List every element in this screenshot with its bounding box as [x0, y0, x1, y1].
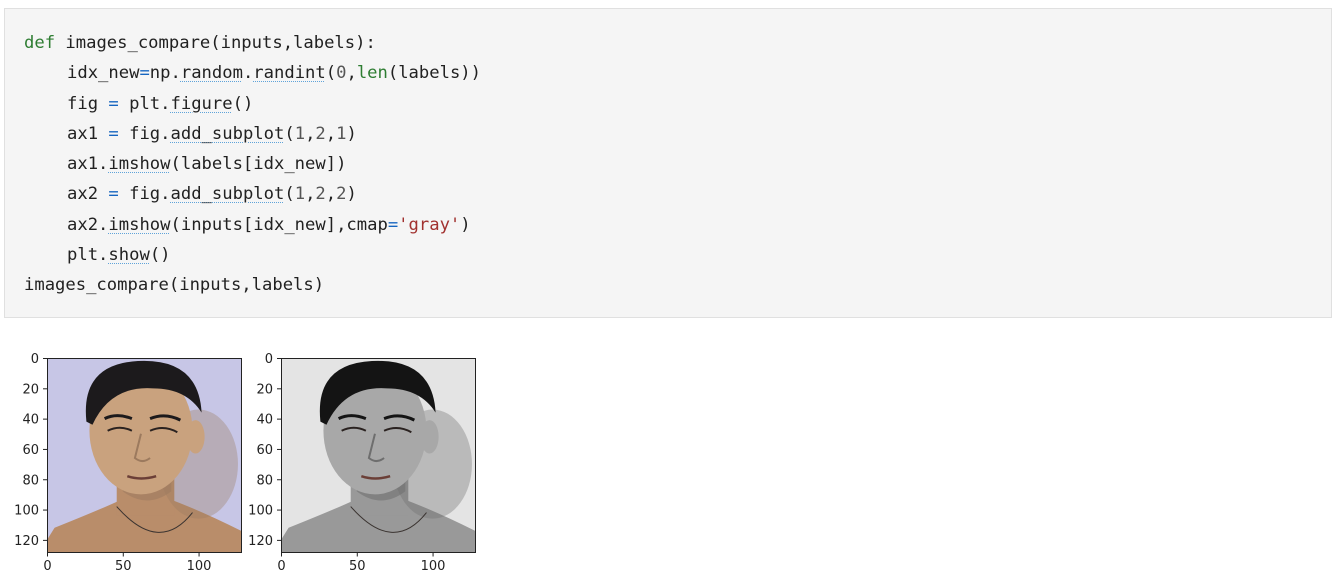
code-token: =	[108, 93, 119, 114]
code-token: idx_new	[67, 63, 140, 84]
y-tick-label: 0	[31, 352, 39, 367]
code-token: 1	[336, 123, 347, 144]
subplot-gray: 0 20 40 60 80 100 120 0 50 100	[248, 352, 476, 574]
y-tick-label: 60	[22, 443, 39, 458]
code-token: add_subplot	[170, 184, 285, 205]
code-token: (	[325, 63, 337, 84]
code-token: (labels[idx_new])	[170, 154, 347, 175]
code-token: imshow	[108, 154, 171, 175]
code-editor[interactable]: def images_compare(inputs,labels): idx_ne…	[24, 28, 481, 301]
code-token: len	[356, 63, 388, 84]
face-image	[47, 358, 241, 552]
y-tick-label: 100	[248, 504, 273, 519]
code-token: ,	[305, 184, 316, 205]
code-token: ()	[149, 245, 171, 266]
code-line: idx_new=np.random.randint(0,len(labels))	[24, 58, 481, 88]
code-token: ,	[325, 123, 337, 144]
code-token: images_compare(inputs,labels)	[24, 275, 325, 296]
code-token: fig	[67, 93, 109, 114]
code-token: 2	[315, 123, 326, 144]
x-tick-label: 100	[421, 559, 446, 574]
code-line: ax1 = fig.add_subplot(1,2,1)	[24, 119, 481, 149]
code-line: ax2 = fig.add_subplot(1,2,2)	[24, 179, 481, 209]
code-line: ax1.imshow(labels[idx_new])	[24, 149, 481, 179]
code-token: =	[108, 123, 119, 144]
code-token: ,	[346, 63, 357, 84]
x-tick-label: 100	[187, 559, 212, 574]
code-token: add_subplot	[170, 123, 285, 144]
code-token: =	[108, 184, 119, 205]
x-tick-label: 0	[277, 559, 285, 574]
code-token: fig.	[118, 184, 171, 205]
code-token: =	[387, 214, 399, 235]
code-token: plt.	[118, 93, 171, 114]
code-line: plt.show()	[24, 240, 481, 270]
code-token: images_compare(inputs,labels):	[55, 33, 376, 53]
code-token: 0	[336, 63, 347, 84]
code-token: =	[139, 63, 150, 84]
code-token: (	[284, 123, 295, 144]
output-figure: 0 20 40 60 80 100 120 0 50 100 0 20 40 60 80 100 120 0 50 1…	[14, 352, 476, 574]
code-line: fig = plt.figure()	[24, 89, 481, 119]
code-token: 1	[294, 184, 306, 205]
code-token: plt.	[67, 245, 109, 266]
output-area: 0 20 40 60 80 100 120 0 50 100 0 20 40 60 80 100 120 0 50 1…	[0, 330, 520, 586]
code-token: ()	[232, 93, 254, 114]
code-token: (	[284, 184, 295, 205]
code-token: imshow	[108, 214, 171, 235]
y-tick-label: 120	[248, 534, 273, 549]
code-line: def images_compare(inputs,labels):	[24, 28, 481, 58]
ear	[420, 420, 439, 454]
code-token: 1	[294, 123, 306, 144]
code-token: 2	[315, 184, 326, 205]
code-token: def	[24, 33, 56, 53]
y-tick-label: 0	[265, 352, 273, 367]
y-tick-label: 80	[22, 473, 39, 488]
code-token: ,	[305, 123, 316, 144]
x-tick-label: 50	[115, 559, 132, 574]
code-token: show	[108, 245, 150, 266]
code-token: )	[346, 184, 357, 205]
code-token: random	[180, 63, 243, 84]
code-token: 'gray'	[398, 214, 461, 235]
code-token: ax2	[67, 184, 109, 205]
code-cell[interactable]: def images_compare(inputs,labels): idx_ne…	[4, 8, 1332, 318]
code-token: fig.	[118, 123, 171, 144]
code-token: np.	[149, 63, 181, 84]
code-token: ax1.	[67, 154, 109, 175]
code-line: images_compare(inputs,labels)	[24, 270, 481, 300]
y-tick-label: 100	[14, 504, 39, 519]
subplot-color: 0 20 40 60 80 100 120 0 50 100	[14, 352, 242, 574]
code-token: .	[242, 63, 254, 84]
y-tick-label: 40	[256, 413, 273, 428]
code-token: ,	[325, 184, 337, 205]
y-tick-label: 40	[22, 413, 39, 428]
code-token: )	[460, 214, 471, 235]
y-tick-label: 60	[256, 443, 273, 458]
code-token: figure	[170, 93, 233, 114]
y-tick-label: 20	[256, 382, 273, 397]
code-token: 2	[336, 184, 347, 205]
y-tick-label: 120	[14, 534, 39, 549]
x-tick-label: 0	[43, 559, 51, 574]
y-tick-label: 80	[256, 473, 273, 488]
face-image	[281, 358, 475, 552]
code-token: ax2.	[67, 214, 109, 235]
ear	[186, 420, 205, 454]
code-token: (inputs[idx_new],cmap	[170, 214, 388, 235]
code-token: randint	[253, 63, 326, 84]
code-token: )	[346, 123, 357, 144]
code-token: (labels))	[387, 63, 481, 84]
code-token: ax1	[67, 123, 109, 144]
y-tick-label: 20	[22, 382, 39, 397]
code-line: ax2.imshow(inputs[idx_new],cmap='gray')	[24, 210, 481, 240]
x-tick-label: 50	[349, 559, 366, 574]
